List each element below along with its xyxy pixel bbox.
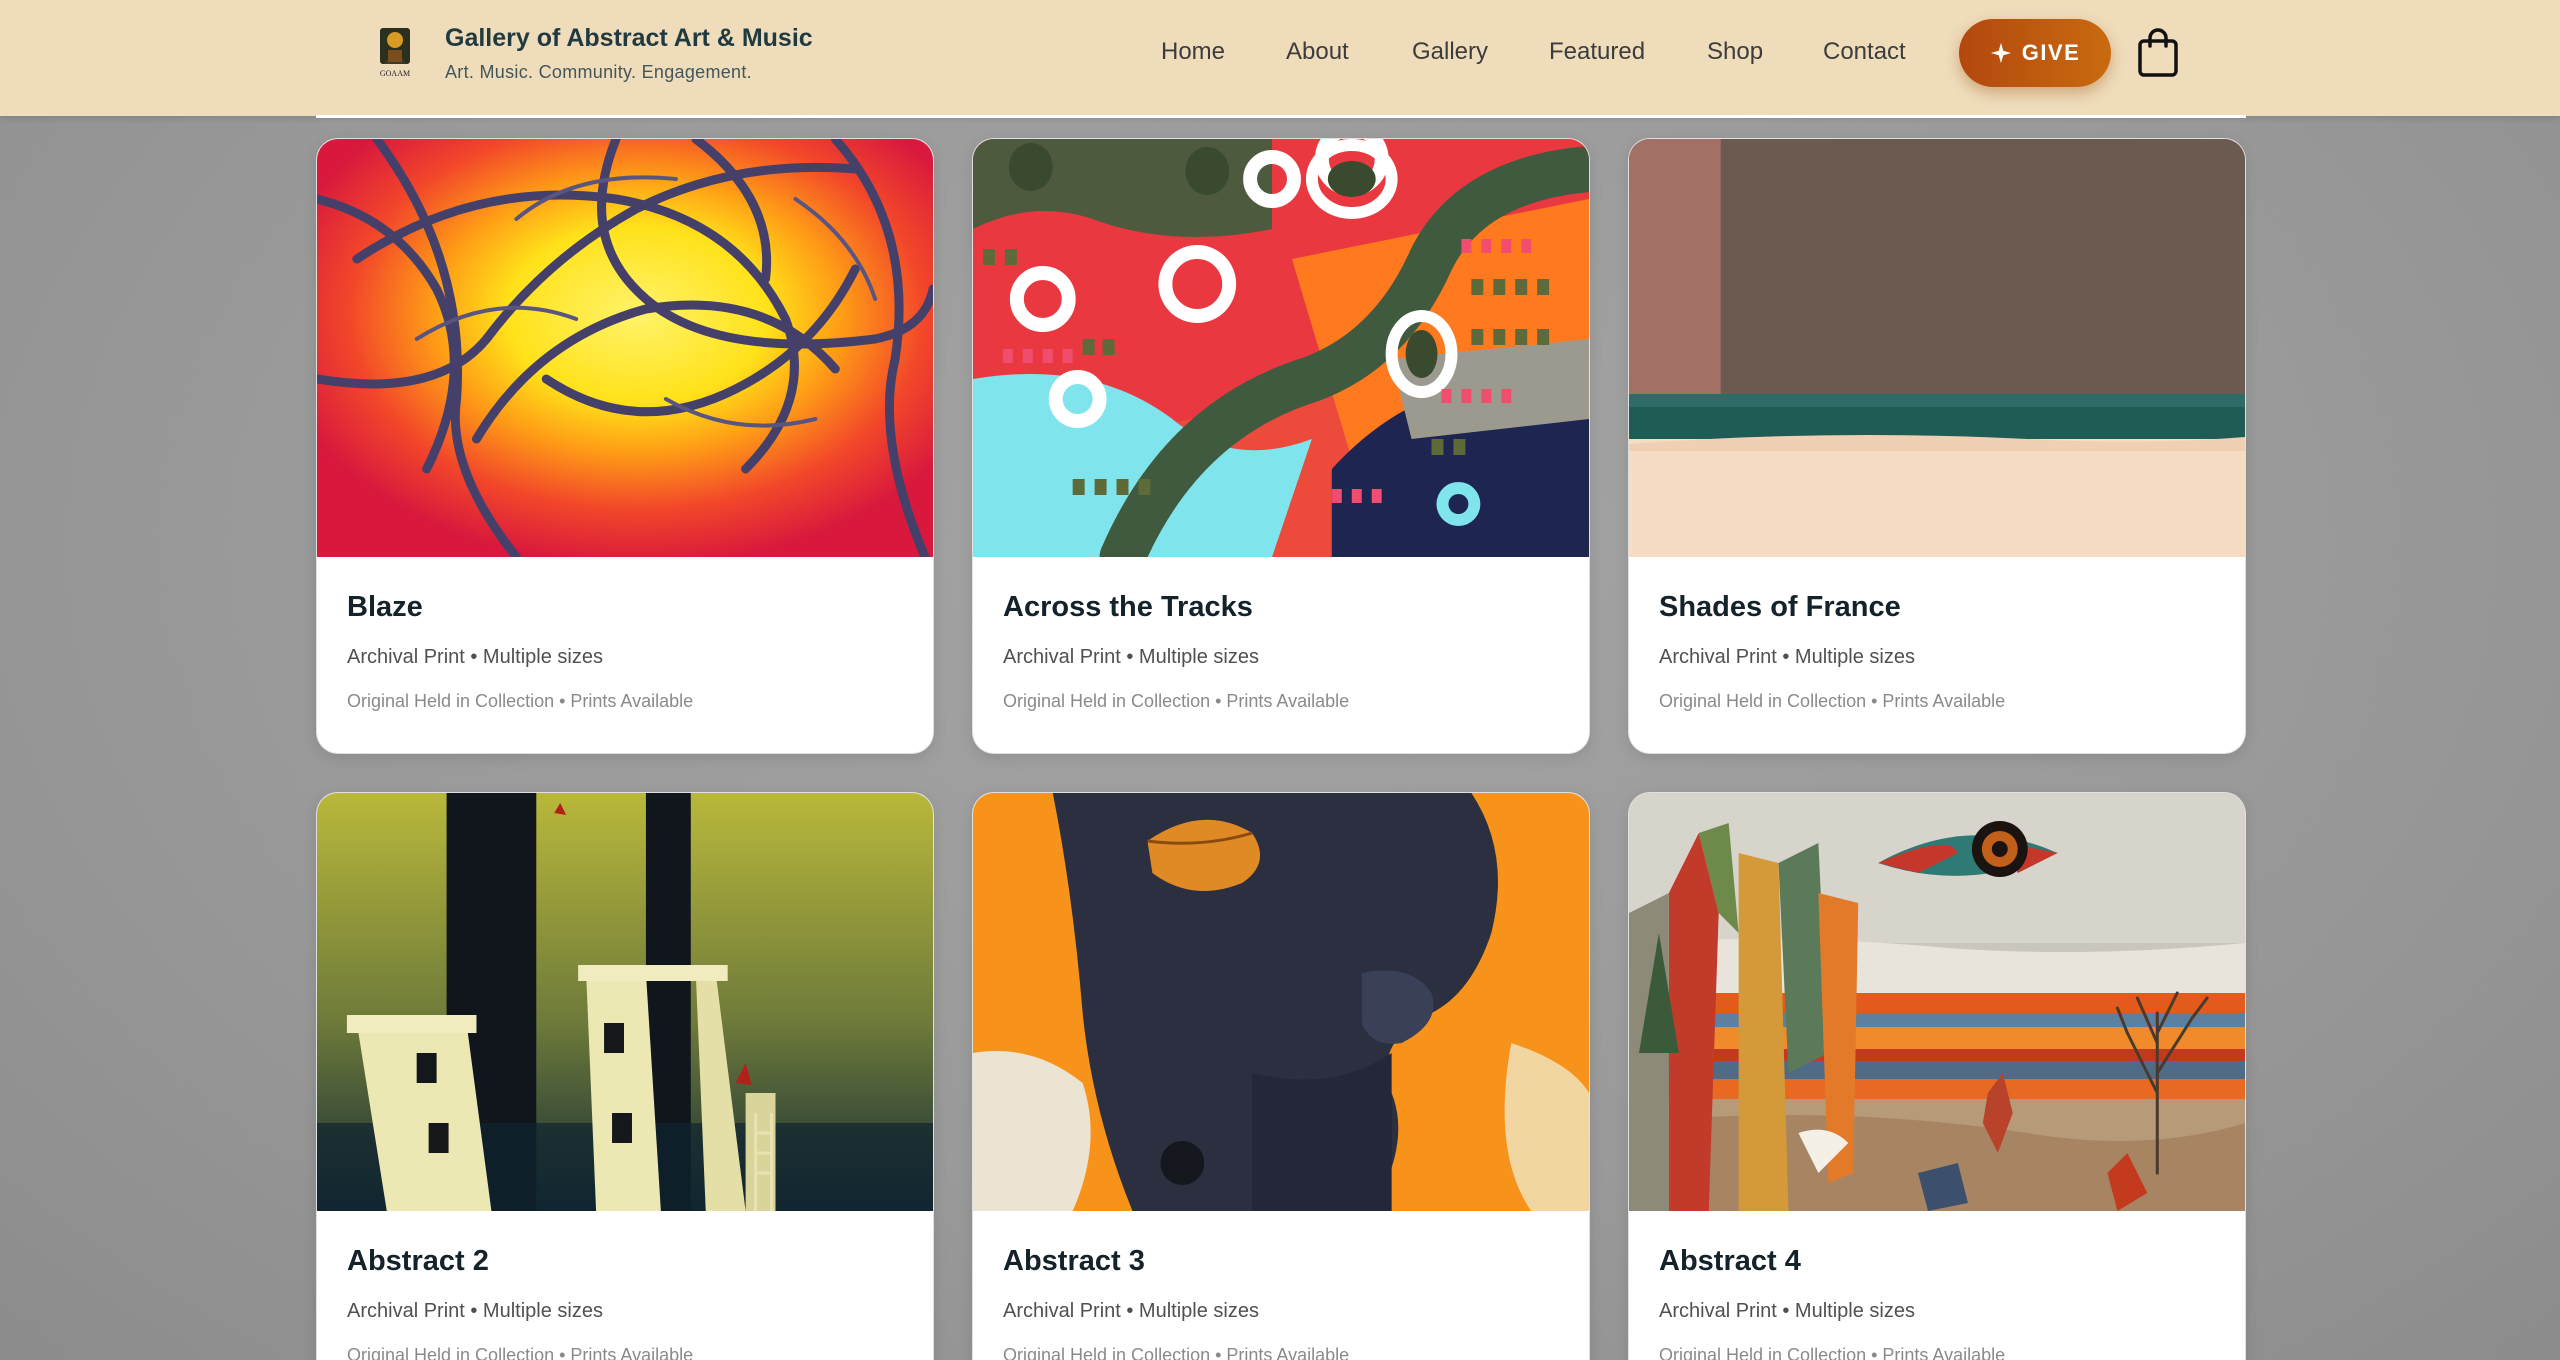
sparkle-icon — [1990, 42, 2011, 64]
artwork-image-abstract-2[interactable] — [317, 793, 933, 1211]
shopping-bag-icon[interactable] — [2137, 28, 2179, 78]
card-meta: Archival Print • Multiple sizes — [1659, 646, 1915, 668]
card-status: Original Held in Collection • Prints Ava… — [347, 1345, 694, 1360]
nav-featured[interactable]: Featured — [1549, 38, 1645, 66]
card-status: Original Held in Collection • Prints Ava… — [1659, 691, 2006, 711]
artwork-image-abstract-4[interactable] — [1629, 793, 2245, 1211]
artwork-card[interactable]: Across the Tracks Archival Print • Multi… — [972, 138, 1590, 754]
nav-contact[interactable]: Contact — [1823, 38, 1906, 66]
goaam-logo[interactable]: GOAAM — [374, 24, 416, 80]
artwork-card[interactable]: Abstract 3 Archival Print • Multiple siz… — [972, 792, 1590, 1360]
card-info: Abstract 4 Archival Print • Multiple siz… — [1629, 1211, 2245, 1360]
card-title[interactable]: Abstract 2 — [347, 1245, 903, 1278]
artwork-image-across-the-tracks[interactable] — [973, 139, 1589, 557]
card-info: Abstract 3 Archival Print • Multiple siz… — [973, 1211, 1589, 1360]
artwork-card[interactable]: Shades of France Archival Print • Multip… — [1628, 138, 2246, 754]
artwork-image-blaze[interactable] — [317, 139, 933, 557]
card-title[interactable]: Abstract 3 — [1003, 1245, 1559, 1278]
card-status: Original Held in Collection • Prints Ava… — [1659, 1345, 2006, 1360]
nav-about[interactable]: About — [1286, 38, 1349, 66]
card-info: Shades of France Archival Print • Multip… — [1629, 557, 2245, 753]
card-meta: Archival Print • Multiple sizes — [347, 646, 603, 668]
card-meta: Archival Print • Multiple sizes — [1003, 1300, 1259, 1322]
nav-home[interactable]: Home — [1161, 38, 1225, 66]
give-button[interactable]: GIVE — [1959, 19, 2111, 87]
card-meta: Archival Print • Multiple sizes — [347, 1300, 603, 1322]
nav-shop[interactable]: Shop — [1707, 38, 1763, 66]
content-top-rule — [316, 115, 2246, 118]
card-meta: Archival Print • Multiple sizes — [1003, 646, 1259, 668]
brand-title[interactable]: Gallery of Abstract Art & Music — [445, 24, 813, 53]
card-title[interactable]: Blaze — [347, 591, 903, 624]
card-title[interactable]: Shades of France — [1659, 591, 2215, 624]
card-status: Original Held in Collection • Prints Ava… — [1003, 1345, 1350, 1360]
artwork-image-abstract-3[interactable] — [973, 793, 1589, 1211]
card-title[interactable]: Across the Tracks — [1003, 591, 1559, 624]
card-info: Blaze Archival Print • Multiple sizes Or… — [317, 557, 933, 753]
card-title[interactable]: Abstract 4 — [1659, 1245, 2215, 1278]
card-meta: Archival Print • Multiple sizes — [1659, 1300, 1915, 1322]
logo-wordmark: GOAAM — [380, 69, 410, 78]
artwork-image-shades-of-france[interactable] — [1629, 139, 2245, 557]
card-info: Across the Tracks Archival Print • Multi… — [973, 557, 1589, 753]
artwork-card[interactable]: Abstract 4 Archival Print • Multiple siz… — [1628, 792, 2246, 1360]
artwork-card[interactable]: Blaze Archival Print • Multiple sizes Or… — [316, 138, 934, 754]
site-header: GOAAM Gallery of Abstract Art & Music Ar… — [0, 0, 2560, 116]
brand-tagline: Art. Music. Community. Engagement. — [445, 62, 752, 82]
give-label: GIVE — [2021, 40, 2081, 65]
card-status: Original Held in Collection • Prints Ava… — [347, 691, 694, 711]
card-info: Abstract 2 Archival Print • Multiple siz… — [317, 1211, 933, 1360]
card-status: Original Held in Collection • Prints Ava… — [1003, 691, 1350, 711]
nav-gallery[interactable]: Gallery — [1412, 38, 1488, 66]
artwork-card[interactable]: Abstract 2 Archival Print • Multiple siz… — [316, 792, 934, 1360]
